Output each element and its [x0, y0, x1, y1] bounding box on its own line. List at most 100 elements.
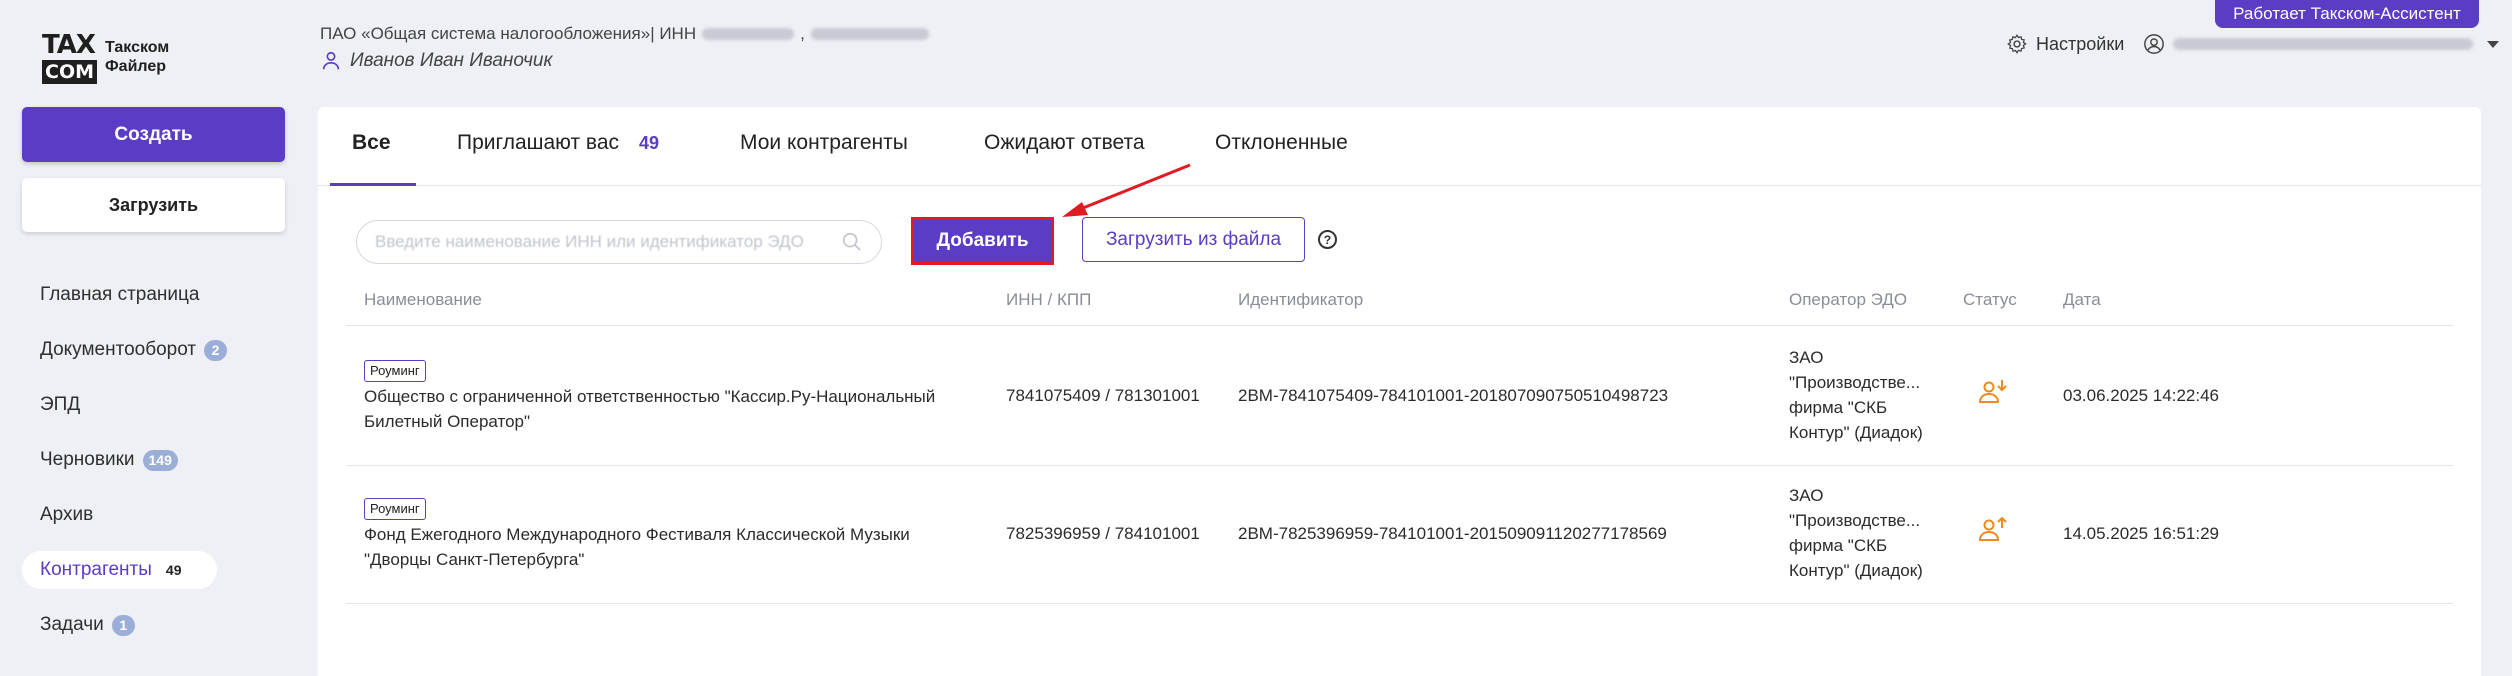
search-icon: [842, 232, 861, 251]
tab-all[interactable]: Все: [352, 131, 391, 155]
operator-line: ЗАО: [1789, 348, 1824, 367]
sidebar-item-archive[interactable]: Архив: [22, 496, 262, 534]
identifier-cell: 2BM-7841075409-784101001-201807090750510…: [1238, 386, 1669, 405]
operator-line: ЗАО: [1789, 486, 1824, 505]
tab-label: Мои контрагенты: [740, 131, 908, 154]
upload-button[interactable]: Загрузить: [22, 178, 285, 232]
column-header-inn[interactable]: ИНН / КПП: [1006, 290, 1091, 310]
sidebar-item-label: Документооборот: [40, 339, 197, 360]
create-button[interactable]: Создать: [22, 107, 285, 162]
sidebar-item-tasks[interactable]: Задачи 1: [22, 606, 262, 644]
date-cell: 14.05.2025 16:51:29: [2063, 524, 2219, 543]
name-line: Билетный Оператор": [364, 412, 531, 431]
logo-line2: Файлер: [105, 58, 167, 75]
account-icon: [2144, 34, 2164, 54]
header-divider: [346, 325, 2453, 326]
column-header-identifier[interactable]: Идентификатор: [1238, 290, 1363, 310]
name-line: Общество с ограниченной ответственностью…: [364, 387, 936, 406]
count-badge: 149: [142, 449, 178, 471]
taxcom-logo[interactable]: TAX COM Такском Файлер: [42, 30, 169, 84]
user-icon: [322, 51, 340, 70]
account-menu[interactable]: [2143, 33, 2499, 55]
tab-rejected[interactable]: Отклоненные: [1215, 131, 1348, 155]
sidebar-item-label: Черновики: [40, 449, 135, 470]
operator-line: Контур" (Диадок): [1789, 561, 1923, 580]
operator-cell: ЗАО "Производстве... фирма "СКБ Контур" …: [1789, 483, 1923, 583]
column-header-date[interactable]: Дата: [2063, 290, 2101, 310]
counterparties-panel: Все Приглашают вас 49 Мои контрагенты Ож…: [318, 107, 2481, 676]
gear-icon: [2007, 34, 2027, 54]
logo-text: Такском Файлер: [105, 38, 169, 76]
outgoing-invite-icon[interactable]: [1977, 515, 2009, 554]
current-user: Иванов Иван Иваночик: [320, 50, 552, 72]
sidebar-item-label: Задачи: [40, 614, 104, 635]
add-button[interactable]: Добавить: [914, 220, 1051, 262]
operator-cell: ЗАО "Производстве... фирма "СКБ Контур" …: [1789, 345, 1923, 445]
name-line: Фонд Ежегодного Международного Фестиваля…: [364, 525, 910, 544]
organization-info: ПАО «Общая система налогообложения»| ИНН…: [320, 24, 929, 44]
sidebar-item-epd[interactable]: ЭПД: [22, 386, 262, 424]
inn-kpp-cell: 7841075409 / 781301001: [1006, 386, 1200, 405]
date-cell: 03.06.2025 14:22:46: [2063, 386, 2219, 405]
tab-label: Все: [352, 131, 391, 154]
operator-line: фирма "СКБ: [1789, 536, 1888, 555]
roaming-tag: Роуминг: [364, 360, 426, 382]
active-tab-indicator: [330, 183, 416, 186]
chevron-down-icon: [2487, 40, 2499, 48]
account-name-redacted: [2173, 38, 2473, 50]
logo-mark: TAX COM: [42, 30, 98, 84]
incoming-invite-icon[interactable]: [1977, 377, 2009, 416]
count-badge: 2: [204, 339, 228, 361]
operator-line: "Производстве...: [1789, 511, 1921, 530]
name-cell: Роуминг Фонд Ежегодного Международного Ф…: [364, 495, 910, 572]
tab-count: 49: [639, 132, 660, 153]
search-placeholder: Введите наименование ИНН или идентификат…: [375, 232, 804, 251]
help-icon[interactable]: ?: [1318, 230, 1337, 249]
column-header-name[interactable]: Наименование: [364, 290, 482, 310]
tab-my-counterparties[interactable]: Мои контрагенты: [740, 131, 908, 155]
column-header-status[interactable]: Статус: [1963, 290, 2017, 310]
roaming-tag: Роуминг: [364, 498, 426, 520]
sidebar-item-drafts[interactable]: Черновики 149: [22, 441, 262, 479]
logo-bottom: COM: [42, 60, 98, 84]
tab-bar: Все Приглашают вас 49 Мои контрагенты Ож…: [318, 107, 2481, 186]
sidebar-item-counterparties[interactable]: Контрагенты 49: [22, 551, 217, 589]
settings-link[interactable]: Настройки: [2006, 33, 2124, 55]
count-badge: 1: [111, 614, 135, 636]
tab-label: Ожидают ответа: [984, 131, 1145, 154]
row-divider: [346, 603, 2453, 604]
identifier-cell: 2BM-7825396959-784101001-201509091120277…: [1238, 524, 1667, 543]
organization-name: ПАО «Общая система налогообложения»| ИНН: [320, 24, 697, 43]
sidebar-item-label: Архив: [40, 504, 94, 525]
sidebar-item-documents[interactable]: Документооборот 2: [22, 331, 262, 369]
inn-redacted: [702, 28, 795, 40]
sidebar-item-label: Контрагенты: [40, 559, 152, 580]
column-header-operator[interactable]: Оператор ЭДО: [1789, 290, 1907, 310]
org-separator: ,: [800, 24, 805, 43]
tab-label: Отклоненные: [1215, 131, 1348, 154]
sidebar-item-home[interactable]: Главная страница: [22, 276, 262, 314]
logo-line1: Такском: [105, 39, 170, 56]
name-cell: Роуминг Общество с ограниченной ответств…: [364, 357, 935, 434]
name-line: "Дворцы Санкт-Петербурга": [364, 550, 585, 569]
search-input[interactable]: Введите наименование ИНН или идентификат…: [356, 220, 882, 264]
row-divider: [346, 465, 2453, 466]
settings-label: Настройки: [2036, 33, 2125, 54]
load-from-file-button[interactable]: Загрузить из файла: [1082, 217, 1305, 262]
user-name: Иванов Иван Иваночик: [350, 50, 553, 71]
inn-kpp-cell: 7825396959 / 784101001: [1006, 524, 1200, 543]
operator-line: фирма "СКБ: [1789, 398, 1888, 417]
sidebar-item-label: ЭПД: [40, 394, 81, 415]
assistant-button[interactable]: Работает Такском-Ассистент: [2215, 0, 2479, 28]
count-badge: 49: [165, 562, 182, 578]
sidebar-nav: Главная страница Документооборот 2 ЭПД Ч…: [22, 276, 262, 661]
tab-awaiting-response[interactable]: Ожидают ответа: [984, 131, 1145, 155]
tab-label: Приглашают вас: [457, 131, 620, 154]
operator-line: Контур" (Диадок): [1789, 423, 1923, 442]
logo-top: TAX: [42, 30, 96, 60]
kpp-redacted: [810, 28, 929, 40]
add-button-highlight: Добавить: [911, 217, 1054, 265]
operator-line: "Производстве...: [1789, 373, 1921, 392]
sidebar-item-label: Главная страница: [40, 284, 200, 305]
tab-invite-you[interactable]: Приглашают вас 49: [457, 131, 659, 155]
